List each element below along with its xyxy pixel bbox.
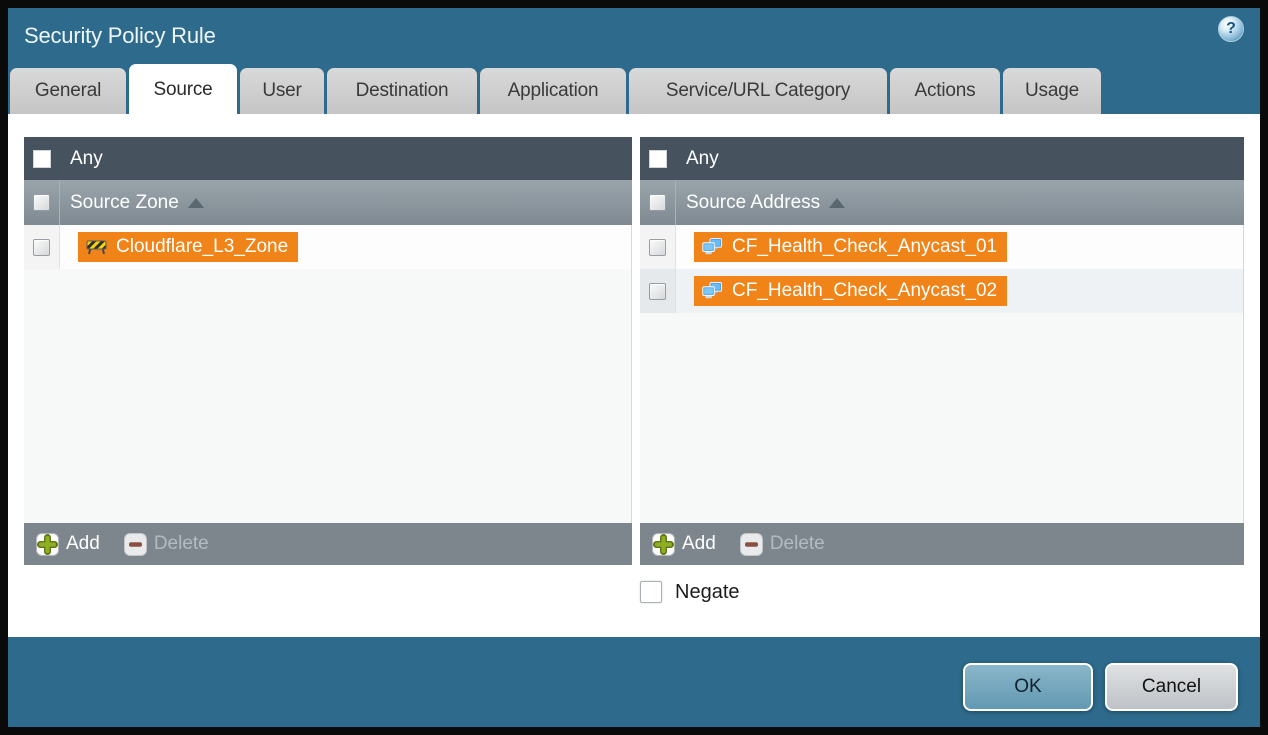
table-row: CF_Health_Check_Anycast_02 — [640, 269, 1243, 313]
source-zone-any-checkbox[interactable] — [33, 150, 51, 168]
source-address-delete-button[interactable]: Delete — [740, 533, 825, 556]
delete-button-label: Delete — [770, 533, 825, 555]
source-zone-column-header[interactable]: Source Zone — [24, 180, 632, 225]
add-plus-icon — [652, 533, 675, 556]
source-address-item[interactable]: CF_Health_Check_Anycast_01 — [694, 232, 1007, 262]
source-address-item-label: CF_Health_Check_Anycast_01 — [732, 236, 997, 258]
source-address-item-label: CF_Health_Check_Anycast_02 — [732, 280, 997, 302]
sort-ascending-icon — [829, 198, 845, 208]
negate-checkbox[interactable] — [640, 581, 662, 603]
tab-usage[interactable]: Usage — [1003, 68, 1101, 114]
source-address-column-title: Source Address — [686, 192, 820, 214]
zone-icon — [86, 239, 107, 255]
source-address-column-header[interactable]: Source Address — [640, 180, 1244, 225]
negate-label: Negate — [675, 581, 740, 604]
table-row: CF_Health_Check_Anycast_01 — [640, 225, 1243, 269]
tab-bar: General Source User Destination Applicat… — [10, 64, 1101, 114]
tab-actions[interactable]: Actions — [890, 68, 1000, 114]
cancel-button[interactable]: Cancel — [1105, 663, 1238, 711]
tab-application[interactable]: Application — [480, 68, 626, 114]
source-address-item[interactable]: CF_Health_Check_Anycast_02 — [694, 276, 1007, 306]
source-address-any-label: Any — [686, 148, 719, 170]
tab-content-source: Any Source Zone — [8, 114, 1260, 637]
help-icon[interactable]: ? — [1218, 16, 1244, 42]
security-policy-rule-dialog: Security Policy Rule ? General Source Us… — [8, 8, 1260, 727]
row-checkbox[interactable] — [33, 239, 50, 256]
source-address-panel: Any Source Address — [640, 137, 1244, 565]
source-address-add-button[interactable]: Add — [652, 533, 716, 556]
row-checkbox[interactable] — [649, 239, 666, 256]
row-checkbox[interactable] — [649, 283, 666, 300]
delete-minus-icon — [740, 533, 763, 556]
tab-service-url-category[interactable]: Service/URL Category — [629, 68, 887, 114]
tab-destination[interactable]: Destination — [327, 68, 477, 114]
add-button-label: Add — [682, 533, 716, 555]
source-address-any-checkbox[interactable] — [649, 150, 667, 168]
sort-ascending-icon — [188, 198, 204, 208]
add-plus-icon — [36, 533, 59, 556]
source-zone-any-bar: Any — [24, 137, 632, 180]
source-zone-list: Cloudflare_L3_Zone — [24, 225, 632, 523]
table-row: Cloudflare_L3_Zone — [24, 225, 631, 269]
source-address-select-all-checkbox[interactable] — [649, 194, 666, 211]
source-zone-item-label: Cloudflare_L3_Zone — [116, 236, 288, 258]
dialog-title: Security Policy Rule — [24, 23, 216, 49]
source-zone-select-all-checkbox[interactable] — [33, 194, 50, 211]
source-zone-column-title: Source Zone — [70, 192, 179, 214]
delete-button-label: Delete — [154, 533, 209, 555]
dialog-titlebar: Security Policy Rule ? — [8, 8, 1260, 68]
source-address-list: CF_Health_Check_Anycast_01 — [640, 225, 1244, 523]
tab-user[interactable]: User — [240, 68, 324, 114]
source-zone-toolbar: Add Delete — [24, 523, 632, 565]
negate-row: Negate — [640, 579, 740, 605]
ok-button[interactable]: OK — [963, 663, 1093, 711]
source-zone-any-label: Any — [70, 148, 103, 170]
source-zone-delete-button[interactable]: Delete — [124, 533, 209, 556]
source-zone-add-button[interactable]: Add — [36, 533, 100, 556]
delete-minus-icon — [124, 533, 147, 556]
address-icon — [702, 238, 723, 256]
tab-general[interactable]: General — [10, 68, 126, 114]
add-button-label: Add — [66, 533, 100, 555]
source-address-toolbar: Add Delete — [640, 523, 1244, 565]
tab-source[interactable]: Source — [129, 64, 237, 116]
source-address-any-bar: Any — [640, 137, 1244, 180]
source-zone-panel: Any Source Zone — [24, 137, 632, 565]
source-zone-item[interactable]: Cloudflare_L3_Zone — [78, 232, 298, 262]
address-icon — [702, 282, 723, 300]
